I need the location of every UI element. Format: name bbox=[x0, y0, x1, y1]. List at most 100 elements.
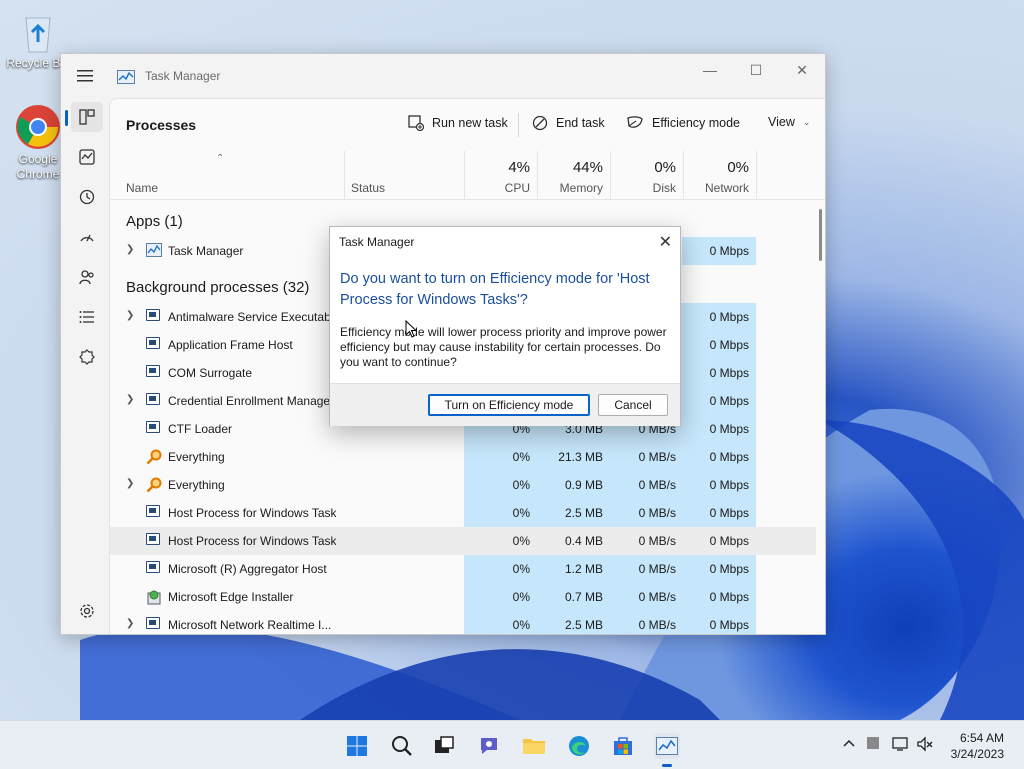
process-icon bbox=[146, 421, 160, 433]
window-title: Task Manager bbox=[145, 69, 221, 83]
process-cpu: 0% bbox=[512, 506, 530, 520]
maximize-icon: ☐ bbox=[749, 61, 763, 78]
process-icon bbox=[146, 505, 160, 517]
network-icon[interactable] bbox=[892, 736, 910, 755]
process-disk: 0 MB/s bbox=[638, 506, 676, 520]
process-name: Everything bbox=[168, 478, 225, 492]
show-hidden-icons-chevron-icon[interactable] bbox=[842, 736, 856, 753]
process-row[interactable]: Everything 0% 21.3 MB 0 MB/s 0 Mbps bbox=[110, 443, 816, 471]
navigation-rail bbox=[61, 98, 109, 634]
leaf-icon bbox=[627, 116, 643, 128]
column-name[interactable]: Name bbox=[126, 181, 158, 195]
clock-time: 6:54 AM bbox=[959, 731, 1004, 745]
process-icon bbox=[146, 617, 160, 629]
process-row[interactable]: ❯ Microsoft Network Realtime I... 0% 2.5 MB… bbox=[110, 611, 816, 634]
chat-button[interactable] bbox=[476, 733, 502, 759]
search-button[interactable] bbox=[389, 733, 415, 759]
startup-icon bbox=[80, 234, 94, 242]
column-memory[interactable]: 44% Memory bbox=[537, 151, 611, 199]
turn-on-efficiency-mode-button[interactable]: Turn on Efficiency mode bbox=[428, 394, 590, 416]
column-status[interactable]: Status bbox=[344, 151, 465, 199]
edge-button[interactable] bbox=[566, 733, 592, 759]
column-header: ⌃ Name Status 4% CPU 44% Memory 0% Disk … bbox=[110, 151, 825, 200]
toolbar-separator bbox=[518, 113, 519, 137]
process-disk: 0 MB/s bbox=[638, 478, 676, 492]
dialog-close-icon[interactable]: ✕ bbox=[659, 232, 672, 252]
process-row[interactable]: ❯ Everything 0% 0.9 MB 0 MB/s 0 Mbps bbox=[110, 471, 816, 499]
task-manager-taskbar-button[interactable] bbox=[654, 733, 680, 767]
process-icon bbox=[146, 365, 160, 377]
column-disk[interactable]: 0% Disk bbox=[610, 151, 684, 199]
chevron-right-icon[interactable]: ❯ bbox=[126, 618, 134, 629]
store-button[interactable] bbox=[610, 733, 636, 759]
sort-caret-icon[interactable]: ⌃ bbox=[216, 153, 224, 164]
task-view-button[interactable] bbox=[431, 733, 457, 759]
volume-muted-icon[interactable] bbox=[916, 736, 934, 755]
chevron-right-icon[interactable]: ❯ bbox=[126, 310, 134, 321]
process-network: 0 Mbps bbox=[709, 534, 749, 548]
installer-icon bbox=[147, 590, 161, 605]
end-task-icon bbox=[532, 115, 548, 131]
hamburger-menu-icon[interactable] bbox=[75, 68, 95, 84]
process-name: Task Manager bbox=[168, 244, 244, 258]
task-manager-icon bbox=[146, 243, 162, 257]
chat-icon bbox=[481, 738, 497, 754]
process-row[interactable]: Host Process for Windows Tasks 0% 0.4 MB 0 … bbox=[110, 527, 816, 555]
nav-users[interactable] bbox=[71, 262, 103, 292]
chevron-right-icon[interactable]: ❯ bbox=[126, 478, 134, 489]
process-row[interactable]: Microsoft Edge Installer 0% 0.7 MB 0 MB/s 0 … bbox=[110, 583, 816, 611]
process-icon bbox=[146, 533, 160, 545]
column-cpu[interactable]: 4% CPU bbox=[464, 151, 538, 199]
nav-performance[interactable] bbox=[71, 142, 103, 172]
scrollbar[interactable] bbox=[819, 209, 822, 261]
maximize-button[interactable]: ☐ bbox=[733, 54, 779, 86]
performance-icon bbox=[79, 149, 95, 165]
run-new-task-button[interactable]: Run new task bbox=[408, 115, 508, 131]
nav-startup-apps[interactable] bbox=[71, 222, 103, 252]
nav-services[interactable] bbox=[71, 342, 103, 372]
chevron-right-icon[interactable]: ❯ bbox=[126, 394, 134, 405]
column-network[interactable]: 0% Network bbox=[683, 151, 757, 199]
nav-settings[interactable] bbox=[71, 596, 103, 626]
process-icon bbox=[146, 309, 160, 321]
system-clock[interactable]: 6:54 AM 3/24/2023 bbox=[951, 730, 1004, 762]
everything-search-icon bbox=[146, 477, 162, 493]
details-icon bbox=[79, 311, 94, 323]
process-network: 0 Mbps bbox=[709, 394, 749, 408]
windows-logo-icon bbox=[347, 736, 367, 756]
view-dropdown[interactable]: View ⌄ bbox=[768, 115, 810, 129]
process-memory: 0.7 MB bbox=[564, 590, 603, 604]
process-memory: 1.2 MB bbox=[564, 562, 603, 576]
store-icon bbox=[614, 737, 632, 755]
process-row[interactable]: Microsoft (R) Aggregator Host 0% 1.2 MB 0 M… bbox=[110, 555, 816, 583]
nav-details[interactable] bbox=[71, 302, 103, 332]
nav-app-history[interactable] bbox=[71, 182, 103, 212]
efficiency-mode-dialog: Task Manager ✕ Do you want to turn on Ef… bbox=[329, 226, 681, 426]
minimize-button[interactable]: — bbox=[687, 54, 733, 86]
close-button[interactable]: ✕ bbox=[779, 54, 825, 86]
search-icon bbox=[392, 736, 412, 756]
processes-icon bbox=[79, 109, 95, 125]
process-network: 0 Mbps bbox=[709, 562, 749, 576]
end-task-button[interactable]: End task bbox=[532, 115, 605, 131]
cancel-button[interactable]: Cancel bbox=[598, 394, 668, 416]
chevron-right-icon[interactable]: ❯ bbox=[126, 244, 134, 255]
file-explorer-button[interactable] bbox=[521, 733, 547, 759]
start-button[interactable] bbox=[344, 733, 370, 759]
tray-app-icon[interactable] bbox=[866, 736, 880, 753]
toolbar: Processes Run new task End task Efficien… bbox=[110, 99, 825, 151]
nav-processes[interactable] bbox=[65, 102, 103, 132]
process-memory: 0.4 MB bbox=[564, 534, 603, 548]
settings-icon bbox=[80, 604, 94, 618]
run-new-task-icon bbox=[408, 115, 424, 131]
efficiency-mode-button[interactable]: Efficiency mode bbox=[626, 115, 740, 131]
process-cpu: 0% bbox=[512, 450, 530, 464]
process-network: 0 Mbps bbox=[709, 338, 749, 352]
process-name: Host Process for Windows Tasks bbox=[168, 534, 336, 548]
process-row[interactable]: Host Process for Windows Tasks 0% 2.5 MB 0 … bbox=[110, 499, 816, 527]
process-disk: 0 MB/s bbox=[638, 562, 676, 576]
mouse-cursor-icon bbox=[405, 320, 417, 338]
page-title: Processes bbox=[126, 117, 197, 133]
process-cpu: 0% bbox=[512, 478, 530, 492]
edge-icon bbox=[569, 736, 589, 756]
